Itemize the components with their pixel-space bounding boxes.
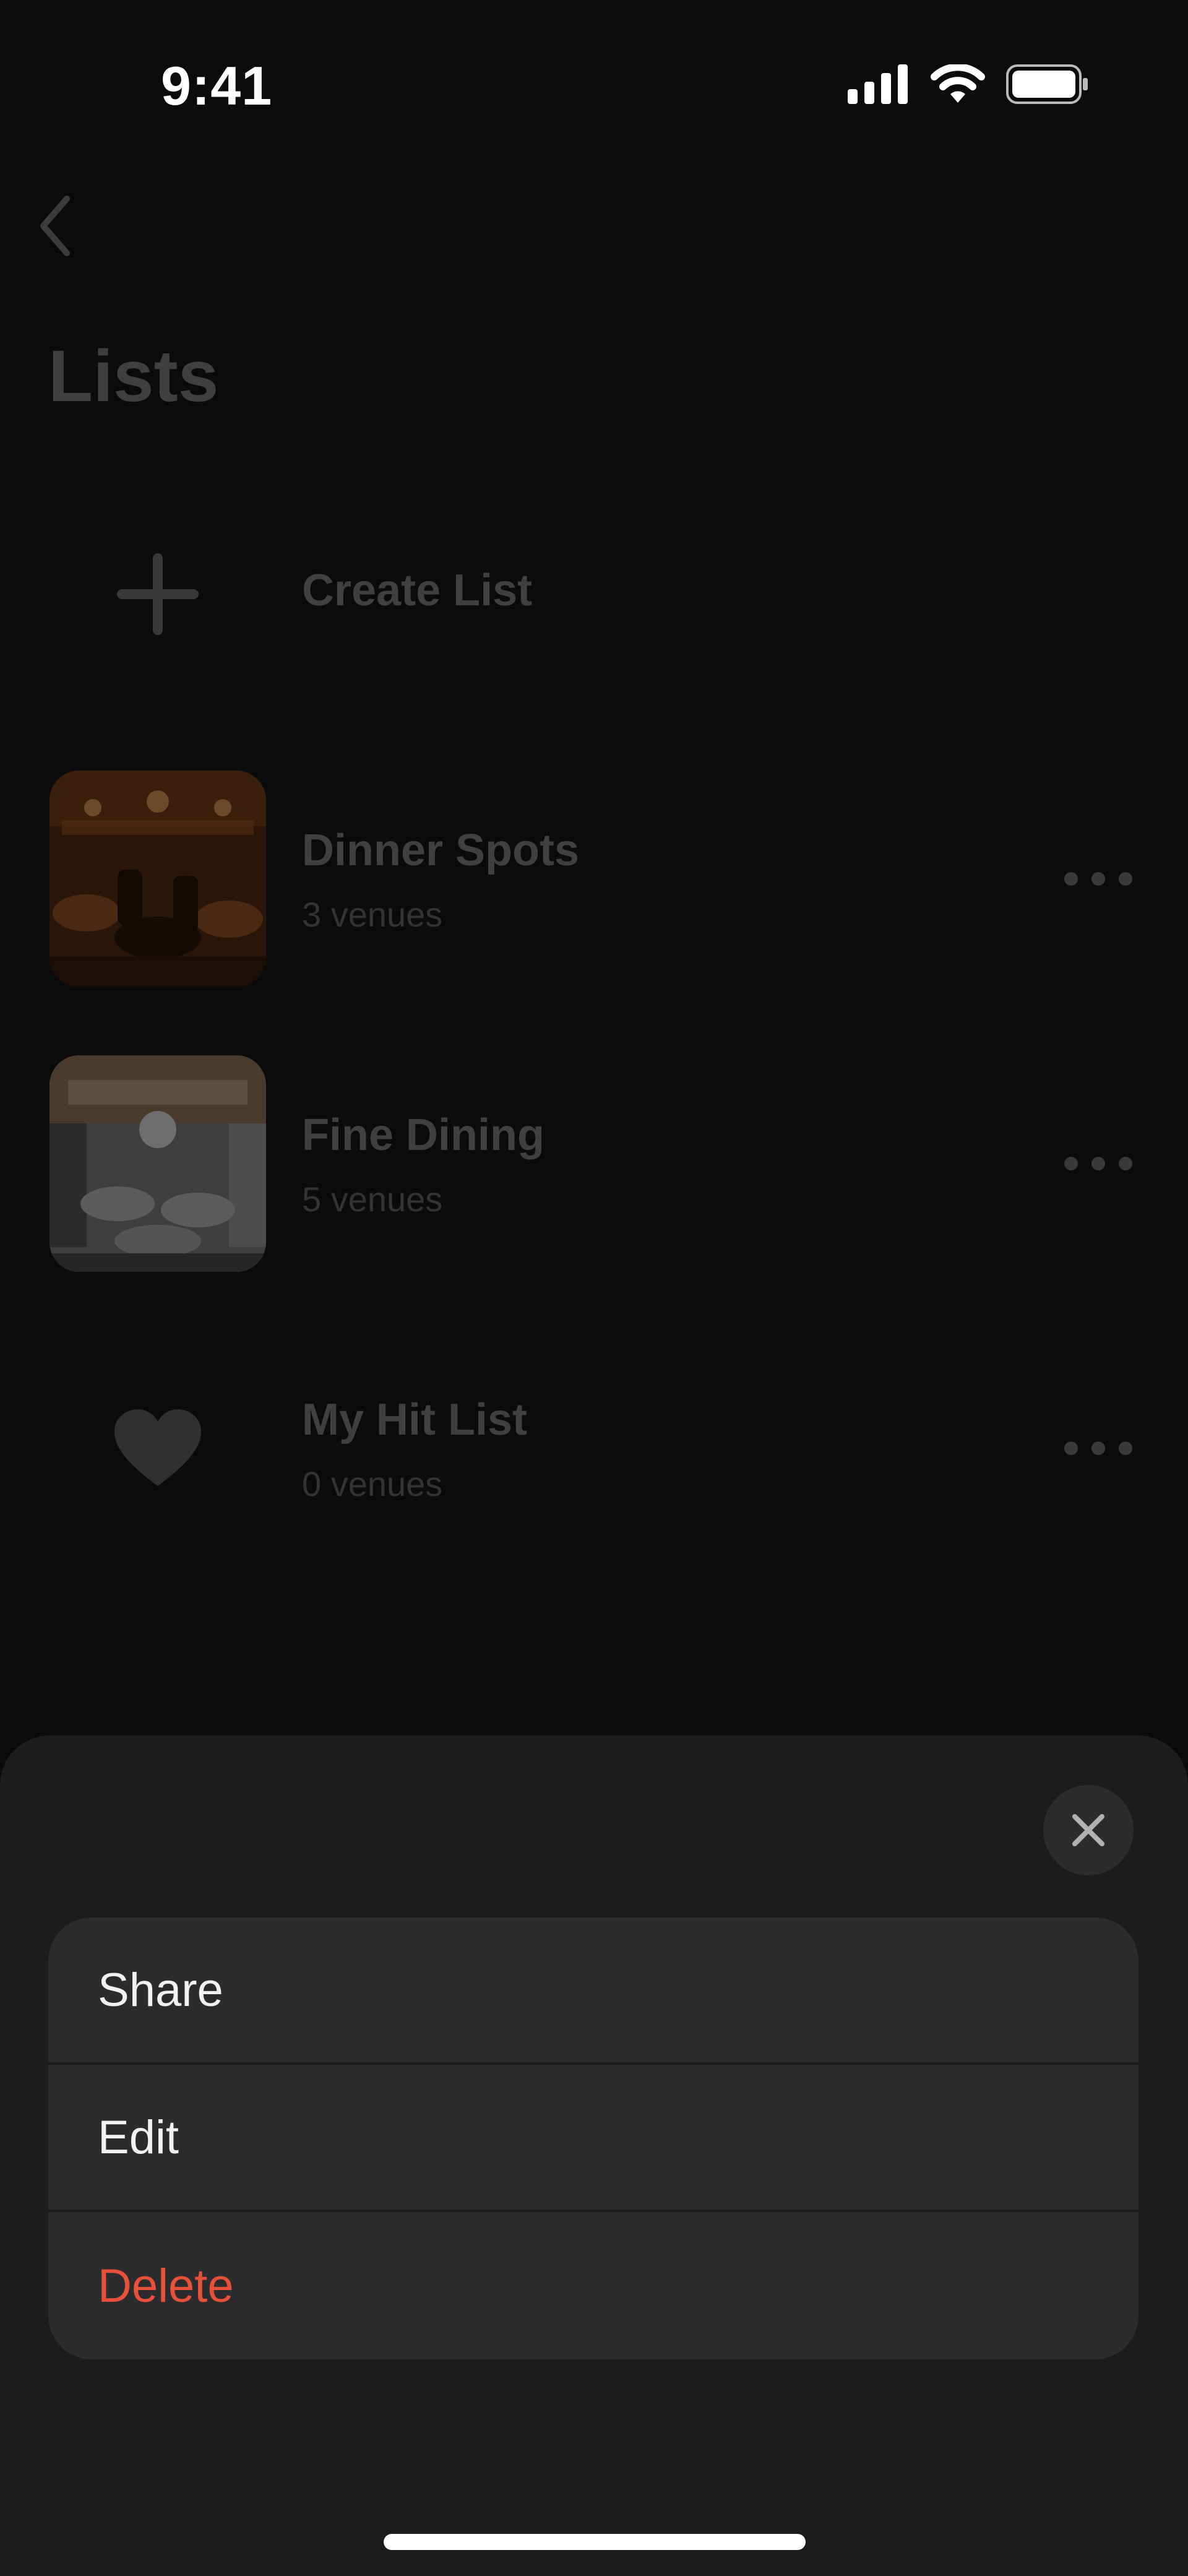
more-dot	[1064, 1157, 1078, 1170]
more-options-button[interactable]	[1064, 1145, 1132, 1182]
more-dot	[1091, 1441, 1105, 1455]
heart-icon	[50, 1340, 266, 1557]
list-venue-count: 3 venues	[302, 895, 443, 934]
more-options-button[interactable]	[1064, 1430, 1132, 1467]
list-title: Dinner Spots	[302, 826, 580, 875]
edit-button[interactable]: Edit	[48, 2065, 1138, 2212]
more-dot	[1119, 1441, 1132, 1455]
more-dot	[1119, 1157, 1132, 1170]
chevron-left-icon	[40, 196, 70, 256]
list-venue-count: 5 venues	[302, 1180, 443, 1219]
page-title: Lists	[48, 335, 219, 417]
list-title: Fine Dining	[302, 1110, 544, 1160]
lists-screen: Lists Create List Dinner Spots 3 venues …	[0, 0, 1188, 1733]
action-menu: Share Edit Delete	[48, 1917, 1138, 2359]
more-dot	[1091, 1157, 1105, 1170]
close-icon	[1072, 1814, 1104, 1846]
delete-button[interactable]: Delete	[48, 2212, 1138, 2359]
action-sheet: Share Edit Delete	[0, 1735, 1188, 2576]
close-button[interactable]	[1043, 1785, 1134, 1875]
more-dot	[1119, 872, 1132, 886]
share-button[interactable]: Share	[48, 1917, 1138, 2065]
more-options-button[interactable]	[1064, 860, 1132, 897]
list-title: My Hit List	[302, 1395, 528, 1445]
more-dot	[1091, 872, 1105, 886]
create-list-row[interactable]: Create List	[0, 486, 1188, 702]
list-venue-count: 0 venues	[302, 1464, 443, 1503]
more-dot	[1064, 872, 1078, 886]
list-item[interactable]: Dinner Spots 3 venues	[0, 771, 1188, 987]
plus-icon	[50, 486, 266, 702]
more-dot	[1064, 1441, 1078, 1455]
back-button[interactable]	[31, 192, 80, 260]
list-thumbnail	[50, 771, 266, 987]
list-thumbnail	[50, 1055, 266, 1272]
list-item[interactable]: Fine Dining 5 venues	[0, 1055, 1188, 1272]
list-item[interactable]: My Hit List 0 venues	[0, 1340, 1188, 1557]
create-list-label: Create List	[302, 566, 533, 615]
home-indicator[interactable]	[384, 2534, 806, 2550]
